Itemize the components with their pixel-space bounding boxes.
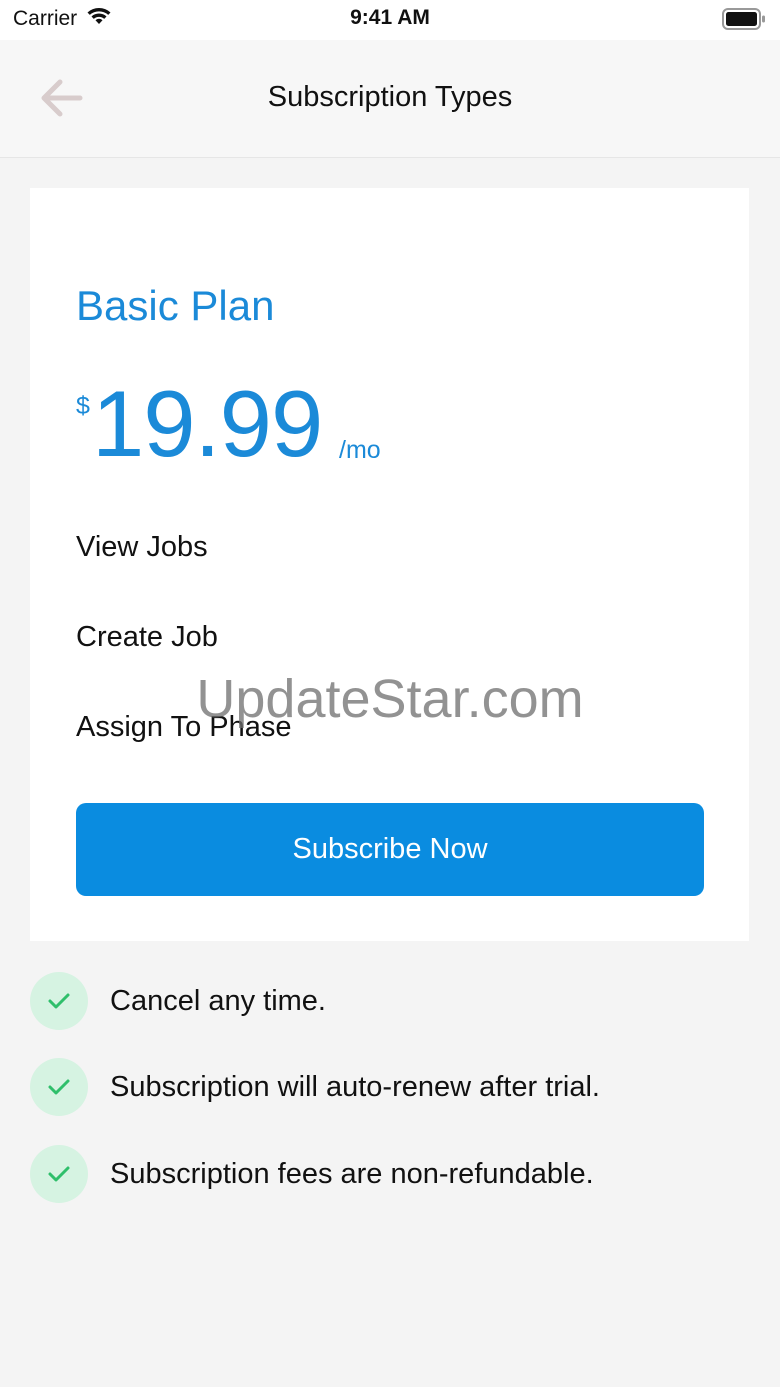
note-text: Subscription fees are non-refundable. <box>110 1157 594 1190</box>
note-text: Cancel any time. <box>110 984 326 1017</box>
check-icon <box>30 1058 88 1116</box>
feature-item: View Jobs <box>76 531 208 563</box>
note-item: Subscription will auto-renew after trial… <box>30 1058 600 1116</box>
note-item: Cancel any time. <box>30 972 326 1030</box>
price-currency: $ <box>76 392 90 420</box>
status-time: 9:41 AM <box>350 6 430 29</box>
feature-item: Create Job <box>76 621 218 653</box>
status-bar: Carrier 9:41 AM <box>0 0 780 40</box>
plan-name: Basic Plan <box>76 282 275 329</box>
note-text: Subscription will auto-renew after trial… <box>110 1070 600 1103</box>
check-icon <box>30 972 88 1030</box>
check-icon <box>30 1145 88 1203</box>
battery-icon <box>722 8 766 35</box>
price-period: /mo <box>339 436 381 464</box>
note-item: Subscription fees are non-refundable. <box>30 1145 594 1203</box>
feature-item: Assign To Phase <box>76 711 292 743</box>
plan-card: Basic Plan $ 19.99 /mo View Jobs Create … <box>30 188 749 941</box>
page-title: Subscription Types <box>267 81 513 113</box>
subscribe-now-button[interactable]: Subscribe Now <box>76 803 704 896</box>
price-amount: 19.99 <box>92 371 323 476</box>
navigation-bar: Subscription Types <box>0 40 780 158</box>
